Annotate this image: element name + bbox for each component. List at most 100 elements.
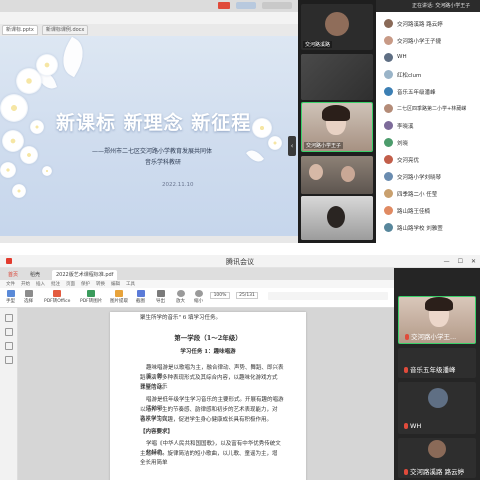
video-tile[interactable]: WH — [398, 382, 476, 434]
select-tool-button[interactable]: 选择 — [24, 290, 33, 304]
search-icon[interactable] — [5, 356, 13, 364]
presentation-slide: 新课标 新理念 新征程 ——郑州市二七区交河路小学教育发展共同体 音乐学科教研 … — [0, 36, 298, 236]
menu-item[interactable]: 文件 — [6, 281, 15, 287]
participant-avatar — [384, 104, 393, 113]
zoom-in-button[interactable]: 放大 — [176, 290, 185, 304]
video-tile[interactable] — [301, 156, 373, 194]
participant-name: 交河路溪路 路云婷 — [397, 22, 443, 28]
zoom-level-select[interactable]: 100% — [210, 292, 230, 299]
close-icon[interactable]: ✕ — [471, 258, 476, 265]
participant-name: 交河路小学王子捷 — [397, 39, 442, 45]
participant-row[interactable]: 交河路小学刘晓琴 — [376, 169, 480, 184]
participant-avatar — [384, 121, 393, 130]
video-tile[interactable]: 交河路溪路 — [301, 4, 373, 50]
scissors-icon — [136, 290, 145, 297]
page-number-input[interactable]: 25/131 — [236, 292, 258, 299]
menu-item[interactable]: 开始 — [21, 281, 30, 287]
video-tile-label: WH — [404, 422, 421, 430]
comment-icon[interactable] — [5, 342, 13, 350]
ribbon-extra-tools[interactable] — [268, 292, 388, 300]
menu-bar: 文件 开始 插入 批注 页面 保护 转换 编辑 工具 — [0, 280, 394, 288]
image-icon — [87, 290, 96, 297]
menu-item[interactable]: 编辑 — [111, 281, 120, 287]
participant-name: WH — [397, 54, 407, 60]
participant-row[interactable]: 刘晓 — [376, 135, 480, 150]
tab-pptx[interactable]: 新课标.pptx — [2, 25, 38, 35]
leaf-decoration-icon — [246, 146, 264, 166]
participant-row[interactable]: 李晓溪 — [376, 118, 480, 133]
camera-off-background — [301, 54, 373, 100]
avatar — [428, 388, 448, 408]
participant-avatar — [384, 189, 393, 198]
menu-item[interactable]: 工具 — [126, 281, 135, 287]
video-tile-label: 交河路小学王子 — [304, 142, 344, 149]
export-button[interactable]: 导出 — [156, 290, 165, 304]
convert-icon — [53, 290, 62, 297]
zoom-out-button[interactable]: 缩小 — [194, 290, 203, 304]
document-tabs: 首页 稻壳 2022版艺术课程标准.pdf — [0, 268, 394, 280]
maximize-icon[interactable]: ☐ — [458, 258, 463, 265]
screenshot-button[interactable]: 截图 — [136, 290, 145, 304]
document-viewport[interactable]: 聚生所学的音乐" 6 填学习任务。 第一学段（1～2年级） 学习任务 1：趣味唱… — [18, 308, 394, 480]
participants-panel: 正在讲话: 交河路小学王子 交河路溪路 路云婷 交河路小学王子捷 WH 红松clum 音… — [376, 0, 480, 243]
slide-date: 2022.11.10 — [162, 182, 194, 188]
participant-row[interactable]: 路山路王佳楠 — [376, 203, 480, 218]
video-column: 交河路小学王... 音乐五年级潘峰 WH 交河路溪路 路云婷 — [394, 268, 480, 480]
thumbnail-icon[interactable] — [5, 328, 13, 336]
participant-avatar — [384, 223, 393, 232]
flower-decoration-icon — [2, 130, 24, 152]
person-face — [309, 164, 323, 180]
menu-item[interactable]: 转换 — [96, 281, 105, 287]
participant-row[interactable]: 音乐五年级潘峰 — [376, 84, 480, 99]
tab-home[interactable]: 首页 — [4, 270, 22, 280]
meeting-titlebar: 腾讯会议 — ☐ ✕ — [0, 255, 480, 268]
video-tile[interactable]: 交河路溪路 路云婷 — [398, 438, 476, 478]
screenshot-divider — [0, 243, 480, 255]
status-chip — [236, 2, 256, 9]
participant-row[interactable]: WH — [376, 50, 480, 65]
video-tile-label: 交河路小学王... — [405, 331, 456, 341]
doc-line: 主题鲜明、旋律简洁的短小歌曲，以儿歌、童谣为主，增全长用简单 — [140, 451, 278, 466]
pdf-reader: 首页 稻壳 2022版艺术课程标准.pdf 文件 开始 插入 批注 页面 保护 … — [0, 268, 394, 480]
participant-avatar — [384, 87, 393, 96]
extract-image-button[interactable]: 图片提取 — [110, 290, 128, 304]
video-tile-active-speaker[interactable]: 交河路小学王... — [398, 296, 476, 344]
video-tile[interactable] — [301, 54, 373, 100]
flower-decoration-icon — [36, 54, 58, 76]
zoom-in-icon — [176, 290, 185, 297]
participant-row[interactable]: 交河路小学王子捷 — [376, 33, 480, 48]
participant-avatar — [384, 155, 393, 164]
pdf-to-image-button[interactable]: PDF转图片 — [80, 290, 102, 304]
cursor-icon — [24, 290, 33, 297]
video-tile[interactable] — [301, 196, 373, 240]
menu-item[interactable]: 批注 — [51, 281, 60, 287]
participant-row[interactable]: 二七区四季路第二小学+林葳嵘 — [376, 101, 480, 116]
pdf-to-office-button[interactable]: PDF转Office — [44, 290, 70, 304]
menu-item[interactable]: 保护 — [81, 281, 90, 287]
toolbar-ribbon: 手型 选择 PDF转Office PDF转图片 图片提取 截图 导出 放大 缩小… — [0, 288, 394, 308]
minimize-icon[interactable]: — — [444, 258, 450, 265]
participant-row[interactable]: 四季路二小 任莹 — [376, 186, 480, 201]
export-icon — [156, 290, 165, 297]
menu-item[interactable]: 插入 — [36, 281, 45, 287]
tab-daoke[interactable]: 稻壳 — [26, 270, 44, 280]
menu-item[interactable]: 页面 — [66, 281, 75, 287]
participant-row[interactable]: 交河亮优 — [376, 152, 480, 167]
tab-pdf[interactable]: 2022版艺术课程标准.pdf — [52, 270, 118, 280]
video-tile[interactable]: 音乐五年级潘峰 — [398, 348, 476, 378]
extract-icon — [115, 290, 123, 297]
participant-row[interactable]: 路山路学校 刘雅萱 — [376, 220, 480, 235]
hand-tool-button[interactable]: 手型 — [6, 290, 15, 304]
collapse-panel-button[interactable]: ‹ — [288, 136, 296, 156]
participant-avatar — [384, 70, 393, 79]
video-column: 交河路溪路 交河路小学王子 — [298, 0, 376, 243]
window-controls[interactable] — [262, 2, 292, 9]
bookmark-icon[interactable] — [5, 314, 13, 322]
flower-decoration-icon — [268, 136, 282, 150]
flower-decoration-icon — [0, 94, 28, 122]
participant-row[interactable]: 红松clum — [376, 67, 480, 82]
participant-row[interactable]: 交河路溪路 路云婷 — [376, 16, 480, 31]
tab-docx[interactable]: 新课标课例.docx — [41, 25, 89, 35]
video-tile-active-speaker[interactable]: 交河路小学王子 — [301, 102, 373, 152]
document-page: 聚生所学的音乐" 6 填学习任务。 第一学段（1～2年级） 学习任务 1：趣味唱… — [110, 312, 306, 480]
